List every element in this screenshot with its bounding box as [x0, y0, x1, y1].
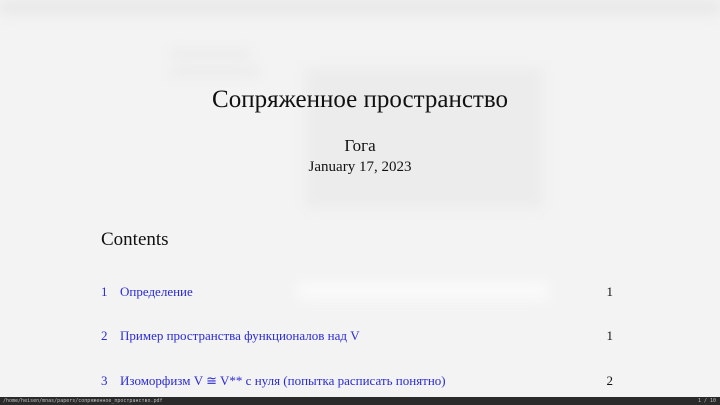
toc-entry-number: 2 — [101, 328, 108, 343]
toc-entry-link[interactable]: Определение — [120, 284, 193, 300]
pdf-page: Сопряженное пространство Гога January 17… — [0, 0, 720, 397]
toc-entry-link[interactable]: Пример пространства функционалов над V — [120, 328, 360, 344]
file-path: /home/heisen/mnas/papers/сопряженное_про… — [3, 398, 163, 404]
document-author: Гога — [344, 136, 376, 155]
toc-entry-number: 3 — [101, 373, 108, 388]
toc-entry-number: 1 — [101, 284, 108, 299]
document-date: January 17, 2023 — [308, 159, 412, 175]
toc-entry[interactable]: 2 Пример пространства функционалов над V… — [101, 328, 613, 346]
toc-entry[interactable]: 1 Определение 1 — [101, 284, 613, 302]
contents-heading: Contents — [101, 229, 169, 250]
toc-entry-page: 2 — [606, 373, 614, 388]
toc-entry-link[interactable]: Изоморфизм V ≅ V** с нуля (попытка распи… — [120, 373, 446, 389]
document-title: Сопряженное пространство — [212, 86, 508, 113]
toc-entry-page: 1 — [606, 284, 614, 299]
toc-entry-page: 1 — [606, 328, 614, 343]
status-bar: /home/heisen/mnas/papers/сопряженное_про… — [0, 397, 720, 405]
page-indicator: 1 / 10 — [697, 398, 716, 404]
toc-entry[interactable]: 3 Изоморфизм V ≅ V** с нуля (попытка рас… — [101, 373, 613, 391]
